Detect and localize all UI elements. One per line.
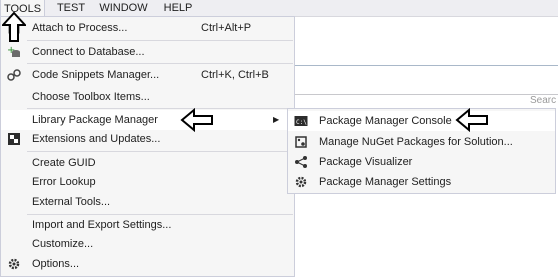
- search-partial-text: Searc: [530, 95, 557, 106]
- menu-item-library-package-manager[interactable]: Library Package Manager ▶: [1, 110, 294, 130]
- database-plus-icon: +: [7, 45, 21, 59]
- separator: [27, 63, 293, 64]
- menu-item-import-export-settings[interactable]: Import and Export Settings...: [1, 215, 294, 235]
- menu-item-error-lookup[interactable]: Error Lookup: [1, 172, 294, 192]
- menu-item-external-tools[interactable]: External Tools...: [1, 192, 294, 212]
- menu-item-customize[interactable]: Customize...: [1, 234, 294, 254]
- submenu-item-package-manager-settings[interactable]: Package Manager Settings: [288, 172, 555, 192]
- menu-item-connect-to-database[interactable]: + Connect to Database...: [1, 42, 294, 62]
- menu-item-options[interactable]: Options...: [1, 254, 294, 274]
- menu-item-choose-toolbox-items[interactable]: Choose Toolbox Items...: [1, 87, 294, 107]
- menu-item-label: Error Lookup: [32, 176, 96, 188]
- submenu-item-package-visualizer[interactable]: Package Visualizer: [288, 152, 555, 172]
- menu-item-label: Connect to Database...: [32, 46, 145, 58]
- menu-item-attach-to-process[interactable]: Attach to Process... Ctrl+Alt+P: [1, 18, 294, 38]
- menu-item-label: Customize...: [32, 238, 94, 250]
- menu-item-label: Attach to Process...: [32, 22, 128, 34]
- visualizer-icon: [294, 155, 308, 169]
- menu-item-label: Choose Toolbox Items...: [32, 91, 150, 103]
- shortcut-label: Ctrl+K, Ctrl+B: [201, 69, 269, 81]
- menu-window[interactable]: WINDOW: [96, 0, 151, 16]
- menu-item-label: External Tools...: [32, 196, 111, 208]
- gear-icon: [7, 257, 21, 271]
- package-manager-submenu: C:\ Package Manager Console Manage NuGet…: [287, 108, 556, 194]
- menu-item-label: Manage NuGet Packages for Solution...: [319, 136, 513, 148]
- up-arrow-annotation-icon: [2, 12, 26, 42]
- menu-item-create-guid[interactable]: Create GUID: [1, 153, 294, 173]
- svg-text:C:\: C:\: [296, 119, 307, 126]
- submenu-item-manage-nuget-packages[interactable]: Manage NuGet Packages for Solution...: [288, 132, 555, 152]
- menu-item-label: Extensions and Updates...: [32, 133, 161, 145]
- nuget-icon: [294, 135, 308, 149]
- shortcut-label: Ctrl+Alt+P: [201, 22, 252, 34]
- menu-item-label: Library Package Manager: [32, 114, 158, 126]
- left-arrow-annotation-icon: [180, 108, 213, 132]
- separator: [27, 40, 293, 41]
- menu-item-code-snippets-manager[interactable]: Code Snippets Manager... Ctrl+K, Ctrl+B: [1, 65, 294, 85]
- tools-menu: Attach to Process... Ctrl+Alt+P + Connec…: [0, 16, 295, 277]
- separator: [27, 108, 293, 109]
- menu-test[interactable]: TEST: [55, 0, 87, 16]
- menu-item-label: Create GUID: [32, 157, 96, 169]
- menu-item-label: Package Visualizer: [319, 156, 413, 168]
- menu-help[interactable]: HELP: [160, 0, 196, 16]
- menu-item-label: Code Snippets Manager...: [32, 69, 160, 81]
- divider: [294, 94, 558, 95]
- divider: [294, 65, 558, 66]
- menu-item-label: Options...: [32, 258, 80, 270]
- menu-item-extensions-and-updates[interactable]: Extensions and Updates...: [1, 129, 294, 149]
- gear-icon: [294, 175, 308, 189]
- left-arrow-annotation-icon: [455, 108, 488, 132]
- submenu-item-package-manager-console[interactable]: C:\ Package Manager Console: [288, 111, 555, 131]
- snippets-icon: [7, 68, 21, 82]
- menu-item-label: Import and Export Settings...: [32, 219, 172, 231]
- menu-bar: TOOLS TEST WINDOW HELP: [0, 0, 558, 17]
- console-icon: C:\: [294, 114, 308, 128]
- submenu-arrow-icon: ▶: [273, 115, 280, 124]
- extensions-icon: [7, 132, 21, 146]
- separator: [27, 151, 293, 152]
- menu-item-label: Package Manager Settings: [319, 176, 452, 188]
- menu-item-label: Package Manager Console: [319, 115, 452, 127]
